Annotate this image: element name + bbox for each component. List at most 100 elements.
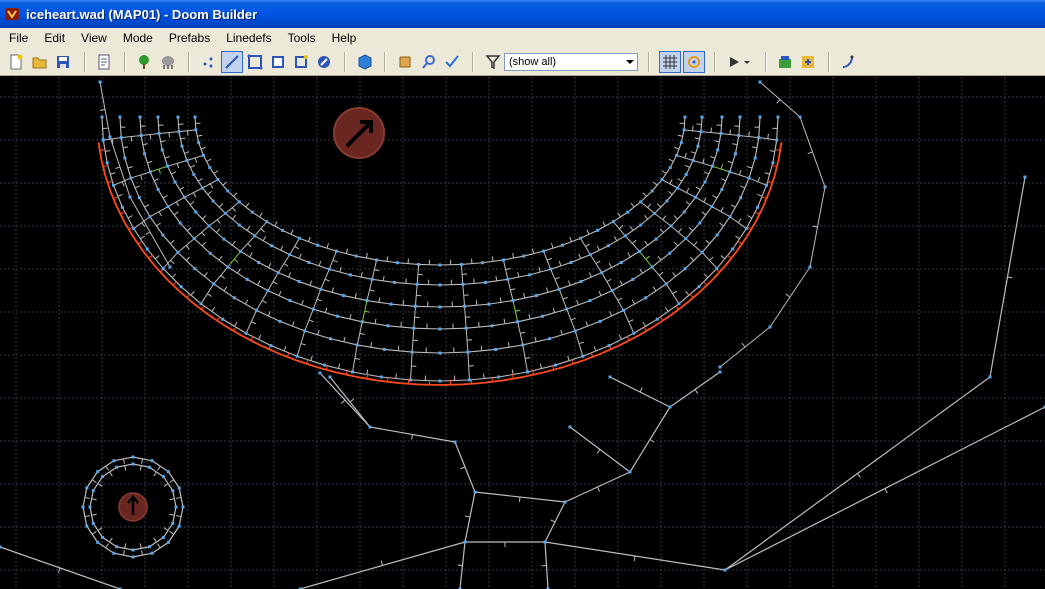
vertex [254, 308, 258, 312]
filter-icon[interactable] [482, 51, 504, 73]
vertex [677, 302, 681, 306]
linedef-normal [201, 305, 205, 310]
linedef-normal [578, 341, 584, 345]
save-map-icon[interactable] [52, 51, 74, 73]
vertex [319, 287, 323, 291]
vertex [194, 128, 198, 132]
linedef-normal [164, 156, 170, 159]
things-filter-select[interactable]: (show all) [504, 53, 638, 71]
map-linedefs[interactable] [0, 81, 1045, 589]
menu-linedefs[interactable]: Linedefs [218, 28, 279, 48]
vertex [644, 296, 648, 300]
menu-file[interactable]: File [0, 28, 36, 48]
linedef-normal [757, 193, 763, 197]
vertex [179, 285, 183, 289]
linedef-normal [747, 166, 753, 169]
grid-icon[interactable] [659, 51, 681, 73]
sectors-mode-icon[interactable] [244, 51, 266, 73]
vertex [573, 329, 577, 333]
vertex [438, 379, 442, 383]
vertex [579, 280, 583, 284]
linedef-normal [764, 172, 770, 175]
vertices-mode-icon[interactable] [197, 51, 219, 73]
linedef-normal [172, 281, 177, 286]
map-vertices[interactable] [0, 80, 1045, 589]
filter-value: (show all) [509, 56, 557, 68]
3d-mode-icon[interactable] [313, 51, 335, 73]
linedef [277, 254, 291, 273]
menu-edit[interactable]: Edit [36, 28, 73, 48]
zoom-icon[interactable] [394, 51, 416, 73]
vertex [464, 326, 468, 330]
linedef-normal [280, 245, 284, 251]
menu-prefabs[interactable]: Prefabs [161, 28, 218, 48]
linedefs-mode-icon[interactable] [221, 51, 243, 73]
teleport-thing[interactable] [118, 492, 148, 522]
play-dropdown-icon[interactable] [740, 51, 754, 73]
linedef-normal [714, 140, 720, 143]
things-mode-icon[interactable] [267, 51, 289, 73]
linedef-normal [560, 329, 563, 335]
linedef-normal [586, 229, 590, 235]
make-sectors-icon[interactable] [290, 51, 312, 73]
vertex [269, 344, 273, 348]
script-icon[interactable] [837, 51, 859, 73]
linedef-normal [91, 479, 97, 483]
chevron-down-icon[interactable] [623, 54, 637, 70]
map-options-icon[interactable] [93, 51, 115, 73]
validate-icon[interactable] [441, 51, 463, 73]
vertex [216, 178, 220, 182]
vertex [212, 282, 216, 286]
linedef-normal [639, 268, 643, 274]
linedef-normal [209, 183, 214, 189]
new-map-icon[interactable] [5, 51, 27, 73]
select-region-icon[interactable] [354, 51, 376, 73]
linedef-normal [259, 212, 263, 218]
vertex [731, 247, 735, 251]
vertex [522, 254, 526, 258]
linedef-normal [251, 321, 257, 325]
linedef-normal [107, 180, 113, 184]
linedef-normal [211, 307, 216, 312]
doom-builder-app-icon[interactable] [4, 6, 20, 22]
linedef [729, 197, 742, 218]
menu-view[interactable]: View [73, 28, 115, 48]
linedef-normal [186, 130, 189, 136]
vertex [257, 261, 261, 265]
vertex [639, 223, 643, 227]
menu-mode[interactable]: Mode [115, 28, 161, 48]
linedef-normal [630, 202, 635, 208]
vertex [611, 220, 615, 224]
linedef-normal [163, 527, 169, 531]
things-tree-icon[interactable] [133, 51, 155, 73]
vertex [606, 244, 610, 248]
things-gray-icon[interactable] [157, 51, 179, 73]
build-nodes-icon[interactable] [774, 51, 796, 73]
vertex [368, 425, 372, 429]
snap-icon[interactable] [683, 51, 705, 73]
linedef-normal [288, 272, 292, 278]
map-canvas[interactable] [0, 77, 1045, 589]
menu-help[interactable]: Help [324, 28, 365, 48]
linedef-normal [91, 498, 97, 501]
linedef-normal [562, 296, 568, 300]
vertex [719, 132, 723, 136]
menu-tools[interactable]: Tools [280, 28, 324, 48]
vertex [798, 115, 802, 119]
vertex [415, 282, 419, 286]
linedef-normal [631, 239, 637, 244]
export-icon[interactable] [797, 51, 819, 73]
linedef-normal [190, 164, 196, 168]
open-map-icon[interactable] [29, 51, 51, 73]
linedef-normal [201, 241, 206, 247]
vertex [710, 205, 714, 209]
linedef-normal [360, 272, 363, 278]
linedef-normal [145, 231, 151, 235]
linedef-normal [213, 170, 219, 174]
linedef-normal [719, 222, 724, 227]
player-start-thing[interactable] [333, 107, 385, 159]
vertex [105, 161, 109, 165]
linedef-normal [105, 150, 111, 152]
vertex [697, 285, 701, 289]
check-map-icon[interactable] [418, 51, 440, 73]
